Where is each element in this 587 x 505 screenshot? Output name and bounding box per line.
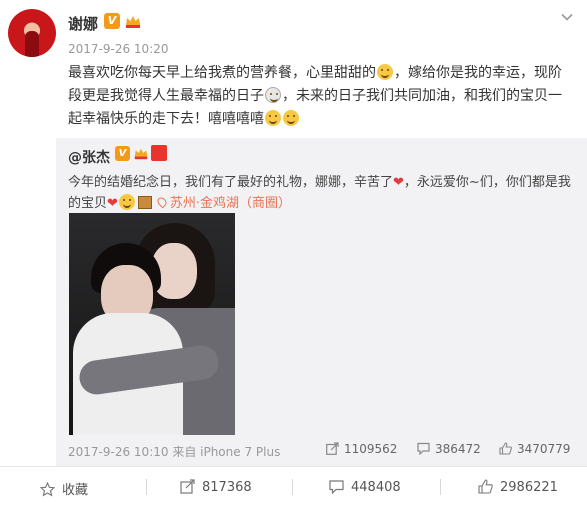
repost-comment-count-value: 386472 (435, 442, 481, 456)
action-bar: 收藏 817368 448408 2986221 (0, 466, 587, 505)
verified-badge-icon: V (115, 146, 130, 161)
repost-text: 今年的结婚纪念日，我们有了最好的礼物，娜娜，辛苦了❤，永远爱你~们，你们都是我的… (68, 172, 578, 214)
post-text-part-1: 最喜欢吃你每天早上给我煮的营养餐，心里甜甜的 (68, 65, 376, 81)
repost-button[interactable]: 817368 (180, 479, 252, 495)
thumbs-up-icon (478, 479, 493, 494)
location-pin-icon (155, 195, 169, 209)
red-envelope-badge-icon (151, 145, 167, 161)
star-icon (40, 482, 55, 497)
weibo-post: 谢娜 V 2017-9-26 10:20 最喜欢吃你每天早上给我煮的营养餐，心里… (0, 0, 587, 505)
repost-comment-count[interactable]: 386472 (417, 442, 481, 456)
heart-icon: ❤ (393, 175, 404, 190)
post-text: 最喜欢吃你每天早上给我煮的营养餐，心里甜甜的 ，嫁给你是我的幸运，现阶段更是我觉得… (68, 62, 574, 131)
comment-count: 448408 (351, 480, 401, 495)
reposted-weibo[interactable]: @张杰 V 今年的结婚纪念日，我们有了最好的礼物，娜娜，辛苦了❤，永远爱你~们，… (56, 138, 587, 466)
location-link[interactable]: 苏州·金鸡湖（商圈） (170, 196, 291, 211)
post-photo[interactable] (69, 213, 235, 435)
repost-like-count[interactable]: 3470779 (499, 442, 570, 456)
repost-share-count[interactable]: 1109562 (326, 442, 397, 456)
divider (440, 479, 441, 495)
repost-author-name[interactable]: @张杰 (68, 147, 110, 167)
smile-emoji-icon (377, 64, 393, 80)
repost-timestamp[interactable]: 2017-9-26 10:10 来自 iPhone 7 Plus (68, 443, 280, 460)
share-icon (326, 442, 339, 455)
post-timestamp[interactable]: 2017-9-26 10:20 (68, 42, 169, 56)
member-crown-icon (126, 16, 140, 28)
gift-icon (137, 196, 152, 209)
divider (146, 479, 147, 495)
favorite-label: 收藏 (62, 483, 89, 498)
thumbs-up-icon (499, 442, 512, 455)
grin-emoji-icon (283, 110, 299, 126)
favorite-button[interactable]: 收藏 (40, 479, 88, 498)
repost-share-count-value: 1109562 (344, 442, 398, 456)
repost-text-part-1: 今年的结婚纪念日，我们有了最好的礼物，娜娜，辛苦了 (68, 175, 394, 190)
repost-count: 817368 (202, 480, 252, 495)
heart-icon: ❤ (107, 196, 118, 211)
grin-emoji-icon (118, 194, 135, 210)
comment-button[interactable]: 448408 (329, 479, 401, 495)
like-button[interactable]: 2986221 (478, 479, 558, 495)
repost-like-count-value: 3470779 (517, 442, 571, 456)
member-crown-icon (134, 148, 148, 160)
comment-icon (417, 442, 430, 455)
comment-icon (329, 480, 344, 494)
share-icon (180, 479, 195, 494)
grin-emoji-icon (265, 110, 281, 126)
chevron-down-icon[interactable] (561, 11, 573, 23)
author-name[interactable]: 谢娜 (68, 13, 98, 34)
avatar[interactable] (8, 9, 56, 57)
like-count: 2986221 (500, 480, 558, 495)
verified-badge-icon: V (104, 13, 120, 29)
happy-tears-emoji-icon (265, 87, 281, 103)
divider (292, 479, 293, 495)
